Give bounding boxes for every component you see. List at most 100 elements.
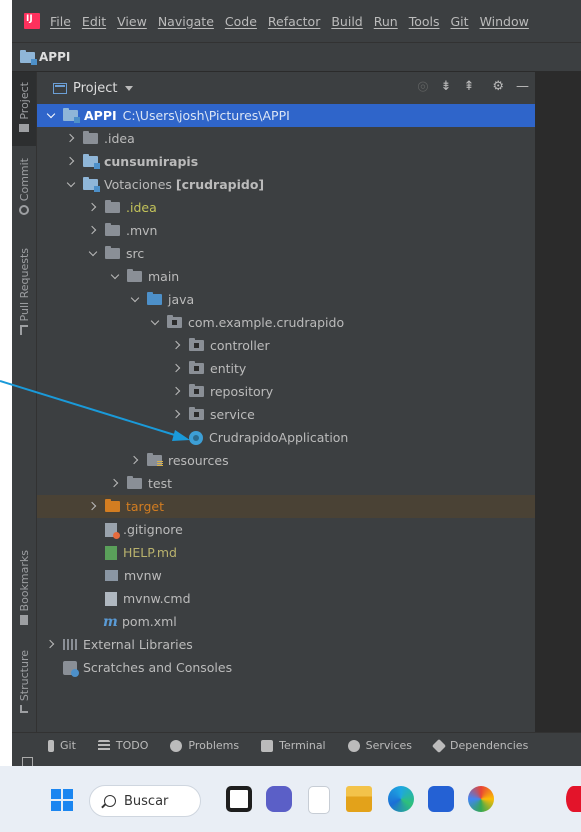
tool-dependencies[interactable]: Dependencies [431,738,528,753]
tree-item-target[interactable]: target [37,495,535,518]
chevron-down-icon[interactable] [109,271,121,283]
tree-item-appi[interactable]: APPI C:\Users\josh\Pictures\APPI [37,104,535,127]
tab-commit[interactable]: Commit [12,158,36,234]
locate-icon[interactable]: ◎ [417,80,428,94]
menu-edit[interactable]: Edit [82,14,106,29]
breadcrumb-project[interactable]: APPI [39,50,70,64]
taskbar-search[interactable]: Buscar [89,785,201,817]
chevron-right-icon[interactable] [171,409,183,421]
tree-item-java[interactable]: java [37,288,535,311]
chevron-right-icon[interactable] [87,202,99,214]
module-folder-icon [63,108,80,123]
chevron-right-icon[interactable] [87,501,99,513]
view-dropdown-icon[interactable] [125,85,134,91]
chevron-down-icon[interactable] [87,248,99,260]
chevron-right-icon[interactable] [171,340,183,352]
tree-item-mvnw-cmd[interactable]: mvnw.cmd [37,587,535,610]
menu-view[interactable]: View [117,14,147,29]
tree-item-package[interactable]: com.example.crudrapido [37,311,535,334]
package-icon [189,407,204,420]
tree-item-mvnw[interactable]: mvnw [37,564,535,587]
tree-item-idea[interactable]: .idea [37,127,535,150]
tab-structure-label: Structure [17,650,31,702]
chevron-down-icon[interactable] [129,294,141,306]
tab-commit-label: Commit [17,158,31,202]
chevron-right-icon[interactable] [171,386,183,398]
tree-item-mvn[interactable]: .mvn [37,219,535,242]
tab-project[interactable]: Project [12,72,36,146]
tree-item-service[interactable]: service [37,403,535,426]
tree-item-resources[interactable]: resources [37,449,535,472]
tree-item-help-md[interactable]: HELP.md [37,541,535,564]
chrome-icon[interactable] [468,786,494,812]
tab-bookmarks[interactable]: Bookmarks [12,550,36,638]
tab-pull-requests[interactable]: Pull Requests [12,248,36,344]
tree-item-label: controller [210,338,270,353]
tree-item-crudrapido-application[interactable]: CrudrapidoApplication [37,426,535,449]
menu-window[interactable]: Window [480,14,529,29]
tree-item-votaciones[interactable]: Votaciones [crudrapido] [37,173,535,196]
chevron-right-icon[interactable] [65,156,77,168]
tree-item-label: mvnw.cmd [123,591,191,606]
chevron-right-icon[interactable] [87,225,99,237]
chevron-down-icon[interactable] [45,110,57,122]
chevron-down-icon[interactable] [65,179,77,191]
opera-icon[interactable] [566,786,581,812]
bottom-tool-strip: Git TODO Problems Terminal Services Depe… [12,732,581,766]
info-icon [170,739,183,752]
task-view-icon[interactable] [226,786,252,812]
windows-taskbar: Buscar [0,766,581,832]
tool-services[interactable]: Services [347,739,412,752]
tree-item-test[interactable]: test [37,472,535,495]
menu-tools[interactable]: Tools [409,14,440,29]
tree-item-external-libraries[interactable]: External Libraries [37,633,535,656]
menu-build[interactable]: Build [331,14,362,29]
tree-item-scratches[interactable]: Scratches and Consoles [37,656,535,679]
chevron-right-icon[interactable] [109,478,121,490]
intellij-logo-icon[interactable] [24,13,40,29]
tree-item-repository[interactable]: repository [37,380,535,403]
tool-problems[interactable]: Problems [170,739,239,752]
tree-item-label: resources [168,453,229,468]
expand-all-icon[interactable]: ⇟ [441,80,452,94]
file-explorer-icon[interactable] [346,786,372,812]
tree-item-controller[interactable]: controller [37,334,535,357]
tree-item-entity[interactable]: entity [37,357,535,380]
tool-todo[interactable]: TODO [97,739,148,752]
tool-git[interactable]: Git [48,739,76,752]
windows-start-icon[interactable] [51,789,73,811]
panel-title[interactable]: Project [73,81,117,96]
tree-item-src[interactable]: src [37,242,535,265]
menu-navigate[interactable]: Navigate [158,14,214,29]
chevron-right-icon[interactable] [45,639,57,651]
menu-git[interactable]: Git [451,14,469,29]
chevron-down-icon[interactable] [149,317,161,329]
tree-item-gitignore[interactable]: .gitignore [37,518,535,541]
collapse-all-icon[interactable]: ⇞ [463,80,474,94]
scratches-icon [63,660,79,677]
menu-file[interactable]: File [50,14,71,29]
ide-window: File Edit View Navigate Code Refactor Bu… [12,0,581,766]
menu-run[interactable]: Run [374,14,398,29]
tree-item-pom-xml[interactable]: m pom.xml [37,610,535,633]
store-icon[interactable] [428,786,454,812]
tool-terminal[interactable]: Terminal [261,739,326,752]
chevron-right-icon[interactable] [171,363,183,375]
gear-icon[interactable]: ⚙ [492,80,504,94]
tree-item-idea-nested[interactable]: .idea [37,196,535,219]
tab-structure[interactable]: Structure [12,650,36,726]
folder-icon [105,200,120,213]
chat-icon[interactable] [266,786,292,812]
menu-refactor[interactable]: Refactor [268,14,320,29]
tree-item-main[interactable]: main [37,265,535,288]
file-icon[interactable] [308,786,330,814]
menu-code[interactable]: Code [225,14,257,29]
chevron-right-icon[interactable] [65,133,77,145]
package-icon [167,315,182,328]
edge-browser-icon[interactable] [388,786,414,812]
tree-item-cunsumirapis[interactable]: cunsumirapis [37,150,535,173]
project-view-icon [53,82,67,94]
hide-panel-icon[interactable]: — [516,80,529,94]
status-bar-toggle-icon[interactable] [22,757,33,766]
chevron-right-icon[interactable] [129,455,141,467]
